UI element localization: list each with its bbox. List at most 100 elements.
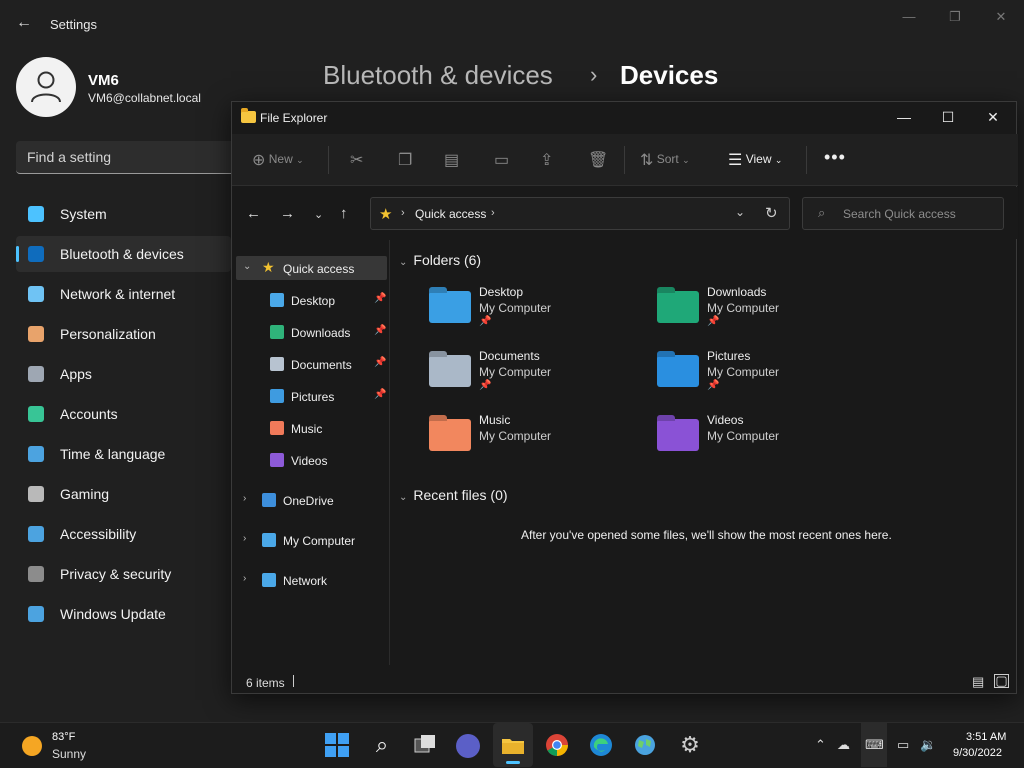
avatar[interactable] bbox=[16, 57, 76, 117]
details-view-icon[interactable]: ▤ bbox=[972, 674, 984, 690]
chevron-down-icon: ⌄ bbox=[399, 257, 408, 268]
address-bar[interactable]: ★ › Quick access › ⌄ ↻ bbox=[370, 197, 790, 230]
chevron-down-icon[interactable]: ⌄ bbox=[243, 261, 251, 272]
tree-item-quick-access[interactable]: ⌄ ★ Quick access bbox=[236, 256, 387, 280]
new-button[interactable]: ⊕ New ⌄ bbox=[252, 150, 304, 172]
sort-button[interactable]: ⇅ Sort ⌄ bbox=[640, 150, 690, 172]
find-setting-input[interactable]: Find a setting bbox=[16, 141, 246, 174]
tree-item-desktop[interactable]: Desktop 📌 bbox=[232, 288, 389, 312]
search-quick-access-input[interactable]: Search Quick access bbox=[802, 197, 1004, 230]
breadcrumb-parent[interactable]: Bluetooth & devices bbox=[323, 60, 553, 91]
copy-button[interactable]: ❐ bbox=[398, 150, 412, 172]
sun-weather-icon[interactable] bbox=[22, 736, 42, 756]
nav-item-personalization[interactable]: Personalization bbox=[16, 316, 231, 352]
chevron-right-icon[interactable]: › bbox=[491, 207, 495, 219]
folder-tile-downloads[interactable]: Downloads My Computer 📌 bbox=[657, 285, 877, 343]
tree-label: Downloads bbox=[291, 326, 351, 340]
desktop-folder-icon bbox=[270, 293, 284, 307]
back-arrow-icon[interactable]: ← bbox=[14, 14, 34, 34]
pin-icon[interactable]: 📌 bbox=[374, 357, 386, 368]
task-view-icon[interactable] bbox=[412, 732, 440, 760]
folder-tile-music[interactable]: Music My Computer bbox=[429, 413, 649, 471]
nav-item-privacy-security[interactable]: Privacy & security bbox=[16, 556, 231, 592]
back-arrow-icon[interactable]: ← bbox=[246, 205, 261, 222]
keyboard-icon[interactable]: ⌨ bbox=[865, 737, 884, 753]
address-location[interactable]: Quick access bbox=[415, 207, 486, 221]
nav-item-accessibility[interactable]: Accessibility bbox=[16, 516, 231, 552]
divider bbox=[624, 146, 625, 174]
search-icon[interactable]: ⌕ bbox=[368, 732, 396, 760]
onedrive-offline-icon[interactable]: ☁ bbox=[837, 737, 850, 753]
recent-empty-message: After you've opened some files, we'll sh… bbox=[521, 528, 892, 542]
close-button[interactable]: ✕ bbox=[990, 8, 1012, 26]
network-icon bbox=[262, 573, 276, 587]
downloads-folder-icon bbox=[270, 325, 284, 339]
weather-temperature[interactable]: 83°F bbox=[52, 731, 75, 743]
rename-button[interactable]: ▭ bbox=[494, 150, 509, 172]
refresh-icon[interactable]: ↻ bbox=[765, 204, 778, 222]
edge-icon[interactable] bbox=[588, 732, 616, 760]
view-button[interactable]: ☰ View ⌄ bbox=[728, 150, 782, 172]
folder-tile-documents[interactable]: Documents My Computer 📌 bbox=[429, 349, 649, 407]
nav-item-accounts[interactable]: Accounts bbox=[16, 396, 231, 432]
tree-item-pictures[interactable]: Pictures 📌 bbox=[232, 384, 389, 408]
pin-icon[interactable]: 📌 bbox=[374, 293, 386, 304]
file-explorer-taskbar-icon[interactable] bbox=[500, 732, 528, 760]
clock-date[interactable]: 9/30/2022 bbox=[953, 747, 1002, 759]
pin-icon[interactable]: 📌 bbox=[374, 325, 386, 336]
nav-item-time-language[interactable]: Time & language bbox=[16, 436, 231, 472]
tree-item-onedrive[interactable]: › OneDrive bbox=[232, 488, 389, 512]
large-icons-view-icon[interactable]: ▢ bbox=[994, 674, 1009, 688]
nav-item-label: Apps bbox=[60, 366, 92, 382]
tree-item-my-computer[interactable]: › My Computer bbox=[232, 528, 389, 552]
item-count: 6 items bbox=[246, 676, 285, 690]
chrome-icon[interactable] bbox=[544, 732, 572, 760]
explorer-minimize-button[interactable]: — bbox=[891, 108, 917, 126]
address-dropdown-icon[interactable]: ⌄ bbox=[735, 205, 745, 219]
forward-arrow-icon[interactable]: → bbox=[280, 205, 295, 222]
minimize-button[interactable]: — bbox=[898, 8, 920, 26]
pin-icon[interactable]: 📌 bbox=[374, 389, 386, 400]
weather-condition[interactable]: Sunny bbox=[52, 747, 86, 761]
chevron-right-icon[interactable]: › bbox=[243, 493, 246, 504]
update-icon bbox=[28, 606, 44, 622]
settings-gear-icon[interactable]: ⚙ bbox=[676, 732, 704, 760]
explorer-maximize-button[interactable]: ☐ bbox=[935, 108, 961, 126]
system-icon bbox=[28, 206, 44, 222]
clock-time[interactable]: 3:51 AM bbox=[966, 731, 1006, 743]
up-arrow-icon[interactable]: ↑ bbox=[340, 205, 348, 222]
chevron-right-icon[interactable]: › bbox=[243, 533, 246, 544]
maps-icon[interactable] bbox=[632, 732, 660, 760]
network-icon[interactable]: ▭ bbox=[897, 737, 909, 753]
tree-item-network[interactable]: › Network bbox=[232, 568, 389, 592]
recent-files-section-header[interactable]: ⌄ Recent files (0) bbox=[399, 487, 508, 503]
more-options-button[interactable]: ••• bbox=[824, 147, 846, 169]
explorer-close-button[interactable]: ✕ bbox=[980, 108, 1006, 126]
folder-tile-pictures[interactable]: Pictures My Computer 📌 bbox=[657, 349, 877, 407]
folders-section-header[interactable]: ⌄ Folders (6) bbox=[399, 252, 481, 268]
nav-item-apps[interactable]: Apps bbox=[16, 356, 231, 392]
nav-item-network-internet[interactable]: Network & internet bbox=[16, 276, 231, 312]
tree-item-music[interactable]: Music bbox=[232, 416, 389, 440]
recent-locations-chevron-icon[interactable]: ⌄ bbox=[314, 208, 323, 221]
chevron-right-icon[interactable]: › bbox=[243, 573, 246, 584]
chat-icon[interactable] bbox=[456, 734, 480, 758]
folder-tile-videos[interactable]: Videos My Computer bbox=[657, 413, 877, 471]
folder-tile-desktop[interactable]: Desktop My Computer 📌 bbox=[429, 285, 649, 343]
share-button[interactable]: ⇪ bbox=[540, 150, 553, 172]
volume-icon[interactable]: 🔉 bbox=[920, 737, 936, 753]
tree-item-documents[interactable]: Documents 📌 bbox=[232, 352, 389, 376]
start-button[interactable] bbox=[324, 732, 352, 760]
tree-item-downloads[interactable]: Downloads 📌 bbox=[232, 320, 389, 344]
tree-item-videos[interactable]: Videos bbox=[232, 448, 389, 472]
nav-item-windows-update[interactable]: Windows Update bbox=[16, 596, 231, 632]
cut-button[interactable]: ✂ bbox=[350, 150, 363, 172]
nav-item-system[interactable]: System bbox=[16, 196, 231, 232]
show-hidden-icons-chevron-icon[interactable]: ⌃ bbox=[815, 737, 826, 753]
restore-button[interactable]: ❐ bbox=[944, 8, 966, 26]
nav-item-bluetooth-devices[interactable]: Bluetooth & devices bbox=[16, 236, 231, 272]
tree-label: My Computer bbox=[283, 534, 356, 548]
nav-item-gaming[interactable]: Gaming bbox=[16, 476, 231, 512]
paste-button[interactable]: ▤ bbox=[444, 150, 459, 172]
delete-button[interactable]: 🗑 bbox=[588, 150, 608, 172]
